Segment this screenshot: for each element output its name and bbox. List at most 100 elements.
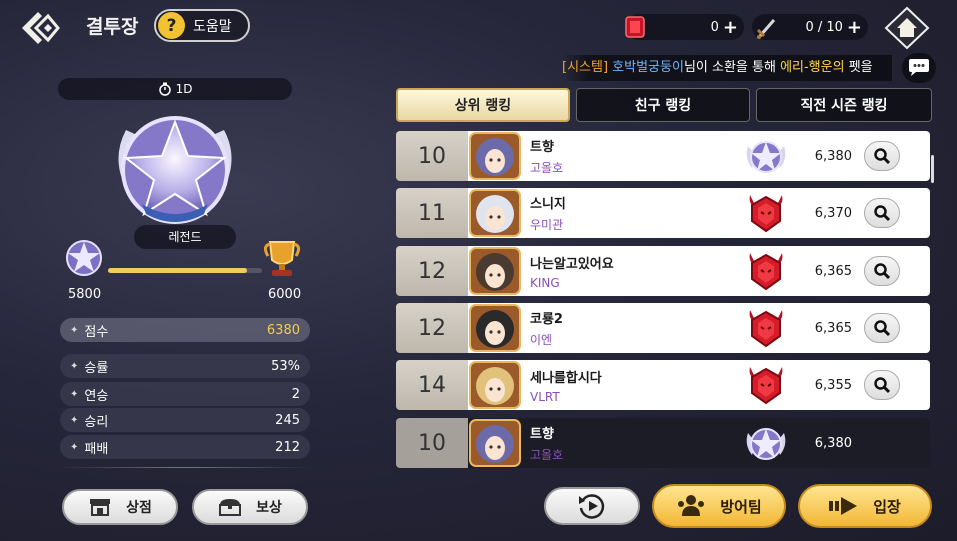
bullet-icon: ✦ <box>70 414 79 426</box>
add-gem-icon[interactable]: + <box>723 17 738 38</box>
ranking-row: 14 세나를합시다 VLRT 6,355 <box>396 360 930 410</box>
battle-replay-button[interactable] <box>544 487 640 525</box>
tier-name: 레전드 <box>134 225 236 249</box>
score-label: 점수 <box>84 324 109 340</box>
defense-team-button[interactable]: 방어팀 <box>652 484 786 528</box>
tab-friend-ranking[interactable]: 친구 랭킹 <box>576 88 750 122</box>
tab-previous-season-ranking[interactable]: 직전 시즌 랭킹 <box>756 88 932 122</box>
progress-max-value: 6000 <box>268 287 302 302</box>
guild-name: 이엔 <box>530 333 553 347</box>
view-player-button[interactable] <box>864 198 900 228</box>
player-names: 트향 고올호 <box>530 136 740 176</box>
magnifier-icon <box>874 320 891 337</box>
bullet-icon: ✦ <box>70 360 79 372</box>
player-score: 6,365 <box>814 320 852 336</box>
enter-label: 입장 <box>873 497 901 516</box>
notice-tail: 펫을 <box>844 60 873 75</box>
season-timer: 1D <box>58 78 292 100</box>
defense-team-label: 방어팀 <box>720 497 762 516</box>
ruby-icon <box>625 16 645 38</box>
ranking-scrollbar[interactable] <box>931 155 934 183</box>
legend-tier-emblem <box>108 100 242 234</box>
notice-item-name: 에리-행운의 <box>780 60 845 75</box>
view-player-button[interactable] <box>864 370 900 400</box>
season-timer-value: 1D <box>175 82 193 96</box>
player-avatar <box>468 360 522 410</box>
player-tier-icon <box>744 363 788 407</box>
guild-name: 고올호 <box>530 448 564 462</box>
home-button[interactable] <box>884 6 930 50</box>
view-player-button[interactable] <box>864 141 900 171</box>
bullet-icon: ✦ <box>70 441 79 453</box>
rank-number: 14 <box>396 360 468 410</box>
tab-top-ranking[interactable]: 상위 랭킹 <box>396 88 570 122</box>
player-score: 6,355 <box>814 377 852 393</box>
ticket-currency: 0 / 10 + <box>752 14 868 40</box>
ranking-row: 10 트향 고올호 6,380 <box>396 131 930 181</box>
character-avatar-icon <box>469 304 521 352</box>
demon-tier-icon <box>749 195 783 233</box>
demon-tier-icon <box>749 253 783 291</box>
rank-entry: 스니지우미관 6,370 <box>468 188 930 238</box>
small-star-icon <box>66 240 102 276</box>
gem-currency: 0 + <box>625 14 744 40</box>
guild-name: VLRT <box>530 389 560 404</box>
stat-row: ✦ 패배 212 <box>60 435 310 459</box>
rank-entry: 트향 고올호 6,380 <box>468 131 930 181</box>
magnifier-icon <box>874 263 891 280</box>
back-button[interactable] <box>18 8 62 48</box>
rank-entry: 코룡2 이엔 6,365 <box>468 303 930 353</box>
rank-number: 10 <box>396 131 468 181</box>
current-tier-icon <box>62 236 106 280</box>
stat-label: 승리 <box>84 414 109 430</box>
guild-name: KING <box>530 275 560 290</box>
view-player-button[interactable] <box>864 313 900 343</box>
player-avatar <box>468 246 522 296</box>
treasure-chest-icon <box>219 499 242 516</box>
player-tier-icon <box>744 249 788 293</box>
guild-name: 우미관 <box>530 218 564 232</box>
stat-row: ✦ 승리 245 <box>60 408 310 432</box>
shop-button[interactable]: 상점 <box>62 489 178 525</box>
stat-value: 53% <box>271 358 300 374</box>
legend-tier-icon <box>746 428 786 460</box>
chat-button[interactable] <box>902 53 936 83</box>
bullet-icon: ✦ <box>70 388 79 400</box>
view-player-button[interactable] <box>864 256 900 286</box>
stat-value: 245 <box>275 412 300 428</box>
player-name: 트향 <box>530 140 554 155</box>
help-button[interactable]: ? 도움말 <box>154 9 250 42</box>
player-score: 6,370 <box>814 205 852 221</box>
player-names: 세나를합시다 VLRT <box>530 367 740 404</box>
player-avatar <box>468 188 522 238</box>
rank-entry: 나는알고있어요 KING 6,365 <box>468 246 930 296</box>
character-avatar-icon <box>469 247 521 295</box>
reward-button[interactable]: 보상 <box>192 489 308 525</box>
stat-value: 2 <box>291 386 300 402</box>
stat-label: 연승 <box>84 388 109 404</box>
player-avatar <box>468 303 522 353</box>
character-avatar-icon <box>469 189 521 237</box>
ranking-row: 11 스니지 우미관 6,370 <box>396 188 930 238</box>
question-icon: ? <box>158 12 185 39</box>
add-ticket-icon[interactable]: + <box>847 17 862 38</box>
trophy-icon <box>263 241 301 276</box>
progress-min-value: 5800 <box>68 287 102 302</box>
bullet-icon: ✦ <box>70 324 79 336</box>
player-avatar <box>468 131 522 181</box>
enter-button[interactable]: 입장 <box>798 484 932 528</box>
defense-team-icon <box>678 495 705 516</box>
ticket-count: 0 / 10 <box>805 19 843 35</box>
player-name: 스니지 <box>530 197 566 212</box>
player-score: 6,365 <box>814 263 852 279</box>
player-tier-icon <box>744 421 788 465</box>
score-value: 6380 <box>266 322 300 338</box>
character-avatar-icon <box>469 419 521 467</box>
ranking-row: 12 나는알고있어요 KING 6,365 <box>396 246 930 296</box>
demon-tier-icon <box>749 310 783 348</box>
chat-bubble-icon <box>909 59 929 76</box>
next-tier-icon <box>262 236 302 280</box>
player-score: 6,380 <box>814 148 852 164</box>
tier-progress-fill <box>108 268 247 273</box>
rank-entry: 세나를합시다 VLRT 6,355 <box>468 360 930 410</box>
